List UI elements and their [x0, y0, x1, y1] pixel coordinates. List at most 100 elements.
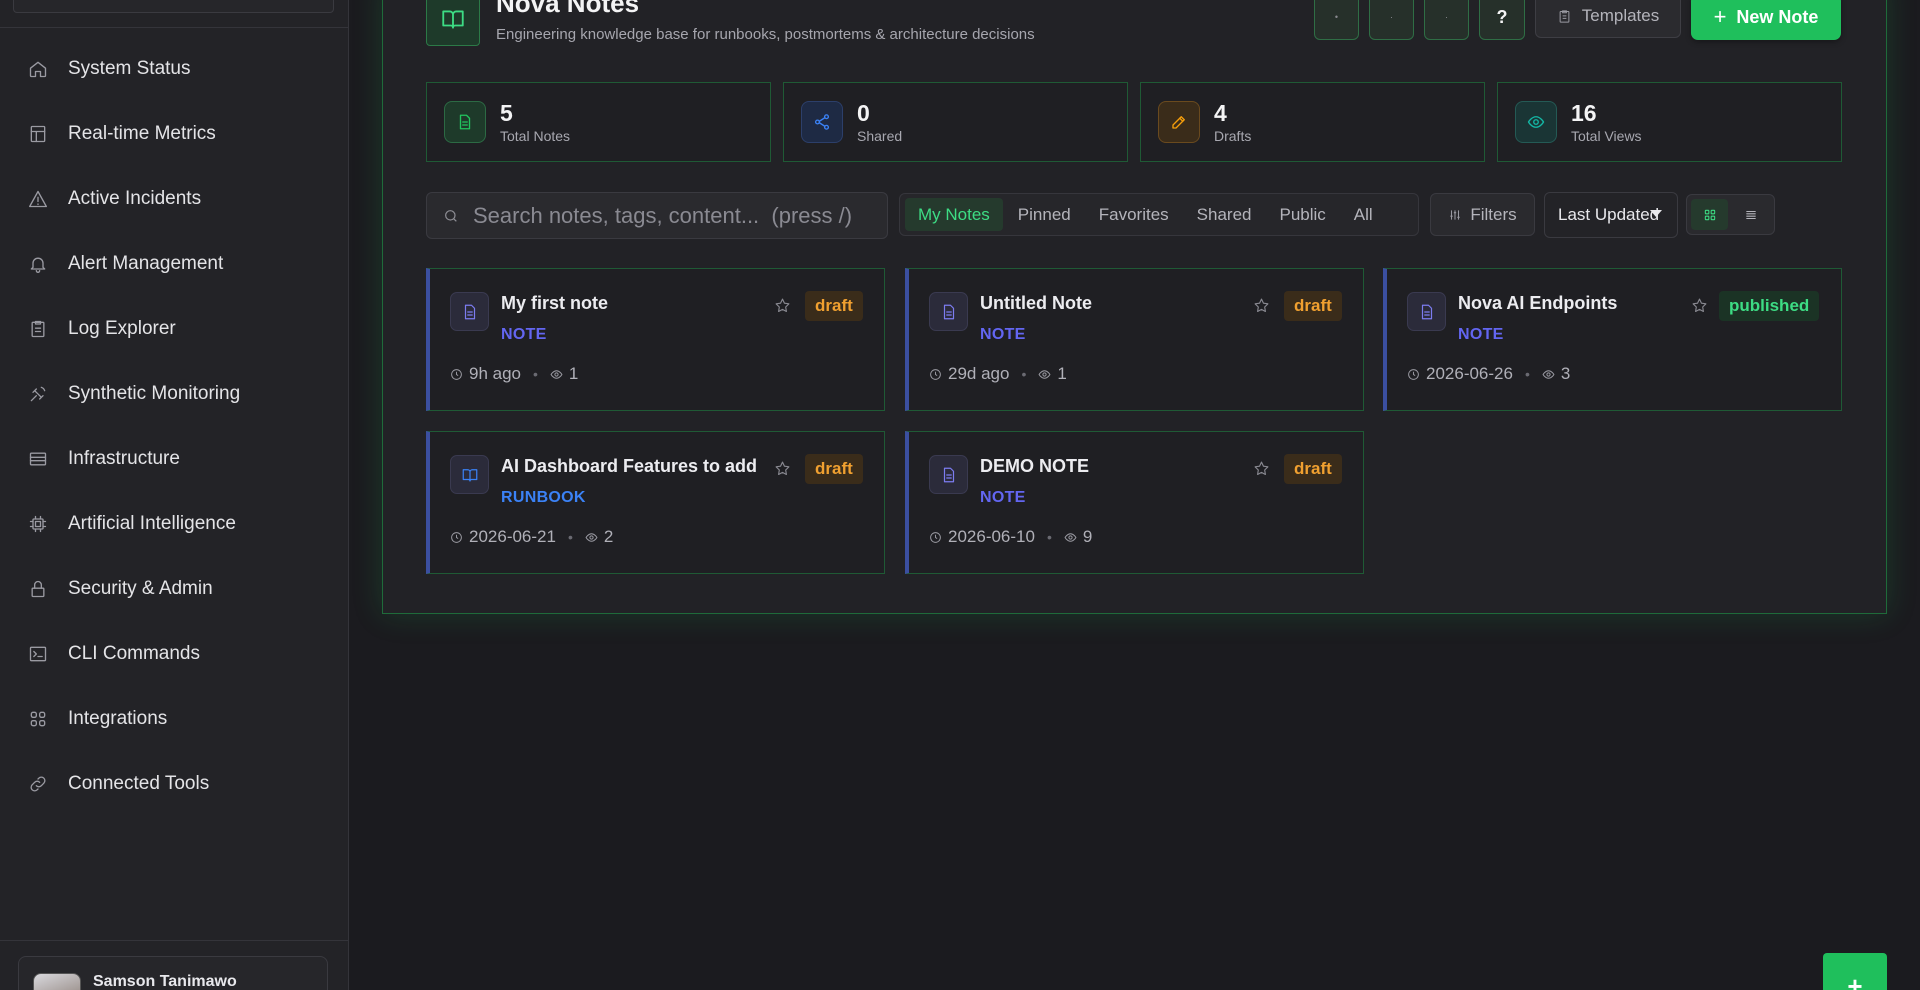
- sidebar-item-cli-commands[interactable]: CLI Commands: [0, 621, 349, 686]
- star-icon[interactable]: [1250, 457, 1272, 479]
- server-icon: [28, 449, 48, 469]
- clock-icon: [1408, 368, 1419, 380]
- header-action-button-2[interactable]: ·: [1369, 0, 1414, 40]
- stat-total-notes: 5 Total Notes: [426, 82, 771, 162]
- sidebar-item-log-explorer[interactable]: Log Explorer: [0, 296, 349, 361]
- header-action-button-1[interactable]: •: [1314, 0, 1359, 40]
- tab-all[interactable]: All: [1341, 198, 1386, 231]
- grid-view-button[interactable]: [1691, 199, 1728, 230]
- sidebar-item-real-time-metrics[interactable]: Real-time Metrics: [0, 101, 349, 166]
- file-icon: [929, 455, 968, 494]
- sidebar-item-label: CLI Commands: [68, 642, 200, 664]
- file-icon: [450, 292, 489, 331]
- note-type: NOTE: [980, 489, 1026, 506]
- note-updated: 2026-06-10: [948, 527, 1035, 546]
- tab-my-notes[interactable]: My Notes: [905, 198, 1003, 231]
- note-updated: 9h ago: [469, 364, 521, 383]
- note-title: My first note: [501, 293, 609, 313]
- stat-value: 4: [1214, 100, 1227, 126]
- clipboard-icon: [28, 319, 48, 339]
- sidebar-nav: System Status Real-time Metrics Active I…: [0, 36, 349, 816]
- note-card[interactable]: AI Dashboard Features to add RUNBOOK dra…: [426, 431, 885, 574]
- tab-shared[interactable]: Shared: [1184, 198, 1265, 231]
- star-icon[interactable]: [771, 294, 793, 316]
- tab-favorites[interactable]: Favorites: [1086, 198, 1182, 231]
- tab-public[interactable]: Public: [1266, 198, 1338, 231]
- note-type: NOTE: [1458, 326, 1504, 343]
- tab-pinned[interactable]: Pinned: [1005, 198, 1084, 231]
- list-view-button[interactable]: [1732, 199, 1769, 230]
- sidebar-item-label: Security & Admin: [68, 577, 213, 599]
- sliders-icon: [1450, 209, 1461, 220]
- grid-icon: [28, 709, 48, 729]
- dot-icon: ·: [1445, 12, 1448, 22]
- star-icon[interactable]: [1250, 294, 1272, 316]
- meta-separator: •: [1021, 366, 1027, 382]
- sidebar-item-label: Synthetic Monitoring: [68, 382, 241, 404]
- sidebar-item-active-incidents[interactable]: Active Incidents: [0, 166, 349, 231]
- templates-button[interactable]: Templates: [1535, 0, 1681, 38]
- sidebar-bottom-divider: [0, 940, 349, 941]
- note-views: 2: [603, 527, 614, 546]
- stat-label: Drafts: [1214, 128, 1252, 144]
- floating-add-button[interactable]: +: [1823, 953, 1887, 990]
- sort-select[interactable]: Last Updated: [1544, 192, 1678, 238]
- user-profile-card[interactable]: Samson Tanimawo: [18, 956, 328, 990]
- clock-icon: [451, 368, 462, 380]
- filters-button[interactable]: Filters: [1430, 193, 1535, 236]
- stat-label: Shared: [857, 128, 903, 144]
- clipboard-icon: [1559, 9, 1570, 23]
- sidebar: System Status Real-time Metrics Active I…: [0, 0, 349, 990]
- sidebar-item-alert-management[interactable]: Alert Management: [0, 231, 349, 296]
- page-subtitle: Engineering knowledge base for runbooks,…: [496, 26, 1035, 43]
- sidebar-item-label: System Status: [68, 57, 191, 79]
- stat-value: 16: [1571, 100, 1597, 126]
- status-badge: draft: [805, 291, 863, 321]
- sidebar-item-label: Real-time Metrics: [68, 122, 216, 144]
- stat-label: Total Views: [1571, 128, 1642, 144]
- search-input[interactable]: [473, 202, 883, 229]
- home-icon: [28, 59, 48, 79]
- header-action-button-3[interactable]: ·: [1424, 0, 1469, 40]
- sidebar-item-connected-tools[interactable]: Connected Tools: [0, 751, 349, 816]
- share-icon: [801, 101, 843, 143]
- sidebar-item-label: Alert Management: [68, 252, 224, 274]
- star-icon[interactable]: [771, 457, 793, 479]
- dot-icon: •: [1334, 12, 1339, 22]
- book-icon: [450, 455, 489, 494]
- sidebar-item-label: Log Explorer: [68, 317, 176, 339]
- stat-total-views: 16 Total Views: [1497, 82, 1842, 162]
- chevron-down-icon: [1650, 210, 1662, 217]
- sidebar-item-artificial-intelligence[interactable]: Artificial Intelligence: [0, 491, 349, 556]
- meta-separator: •: [1524, 366, 1530, 382]
- sidebar-item-label: Infrastructure: [68, 447, 180, 469]
- help-button[interactable]: ?: [1479, 0, 1525, 40]
- note-title: DEMO NOTE: [980, 456, 1090, 476]
- note-meta: 2026-06-21 • 2: [450, 527, 613, 547]
- sidebar-item-synthetic-monitoring[interactable]: Synthetic Monitoring: [0, 361, 349, 426]
- sidebar-item-security-admin[interactable]: Security & Admin: [0, 556, 349, 621]
- star-icon[interactable]: [1688, 294, 1710, 316]
- note-updated: 2026-06-21: [469, 527, 556, 546]
- layout-icon: [28, 124, 48, 144]
- sidebar-item-label: Integrations: [68, 707, 168, 729]
- sidebar-item-infrastructure[interactable]: Infrastructure: [0, 426, 349, 491]
- alert-triangle-icon: [28, 189, 48, 209]
- list-icon: [1745, 210, 1756, 219]
- note-meta: 29d ago • 1: [929, 364, 1067, 384]
- new-note-button[interactable]: + New Note: [1691, 0, 1841, 40]
- file-icon: [444, 101, 486, 143]
- templates-label: Templates: [1581, 6, 1660, 25]
- note-card[interactable]: Nova AI Endpoints NOTE published 2026-06…: [1383, 268, 1842, 411]
- note-card[interactable]: My first note NOTE draft 9h ago • 1: [426, 268, 885, 411]
- sidebar-item-system-status[interactable]: System Status: [0, 36, 349, 101]
- note-card[interactable]: Untitled Note NOTE draft 29d ago • 1: [905, 268, 1364, 411]
- note-meta: 2026-06-10 • 9: [929, 527, 1092, 547]
- sidebar-search-input[interactable]: [13, 0, 334, 13]
- note-card[interactable]: DEMO NOTE NOTE draft 2026-06-10 • 9: [905, 431, 1364, 574]
- grid-icon: [1704, 209, 1715, 220]
- status-badge: draft: [805, 454, 863, 484]
- note-views: 9: [1082, 527, 1093, 546]
- sidebar-item-integrations[interactable]: Integrations: [0, 686, 349, 751]
- clock-icon: [930, 368, 941, 380]
